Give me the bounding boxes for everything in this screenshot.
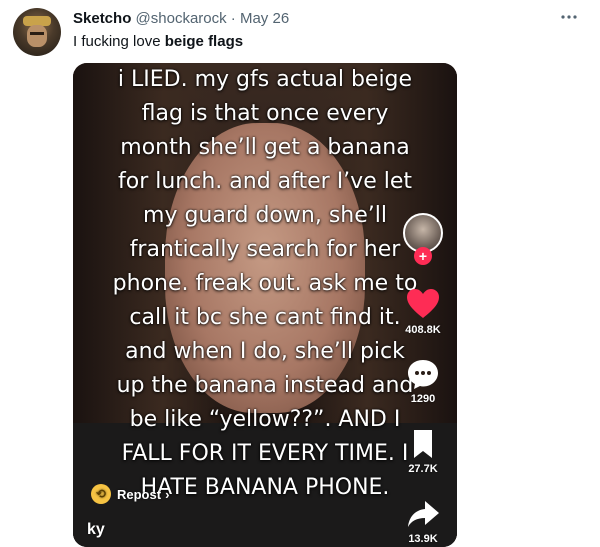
user-handle[interactable]: @shockarock <box>136 10 227 27</box>
avatar-goggles <box>30 32 44 35</box>
video-username[interactable]: ky <box>87 521 105 539</box>
plus-icon[interactable]: + <box>414 247 432 265</box>
video-sidebar: + 408.8K 1290 27.7K 13.9K <box>399 213 447 547</box>
tweet-date[interactable]: May 26 <box>240 10 289 27</box>
bookmark-icon[interactable] <box>405 427 441 461</box>
likes-count: 408.8K <box>405 324 441 336</box>
display-name[interactable]: Sketcho <box>73 10 131 27</box>
video-caption: i LIED. my gfs actual beige flag is that… <box>112 67 418 500</box>
tweet-text-bold: beige flags <box>164 33 244 50</box>
saves-count: 27.7K <box>408 463 438 475</box>
tweet[interactable]: Sketcho @shockarock · May 26 I fucking l… <box>0 0 600 547</box>
chevron-right-icon: › <box>165 486 170 502</box>
tweet-text-prefix: I fucking love <box>73 33 165 50</box>
tweet-header: Sketcho @shockarock · May 26 <box>73 9 289 29</box>
repost-label: Repost <box>117 486 162 502</box>
avatar[interactable] <box>13 8 61 56</box>
repost-icon: ⟲ <box>91 484 111 504</box>
comment-icon[interactable] <box>405 357 441 391</box>
separator-dot: · <box>230 10 236 27</box>
share-arrow-icon[interactable] <box>405 497 441 531</box>
shares-count: 13.9K <box>408 533 438 545</box>
repost-button[interactable]: ⟲ Repost › <box>91 483 169 505</box>
heart-icon[interactable] <box>405 287 441 321</box>
comments-count: 1290 <box>410 393 436 405</box>
tweet-text: I fucking love beige flags <box>73 32 243 52</box>
more-horizontal-icon[interactable] <box>560 9 578 29</box>
video-media[interactable]: i LIED. my gfs actual beige flag is that… <box>73 63 457 547</box>
avatar-face <box>27 25 47 47</box>
